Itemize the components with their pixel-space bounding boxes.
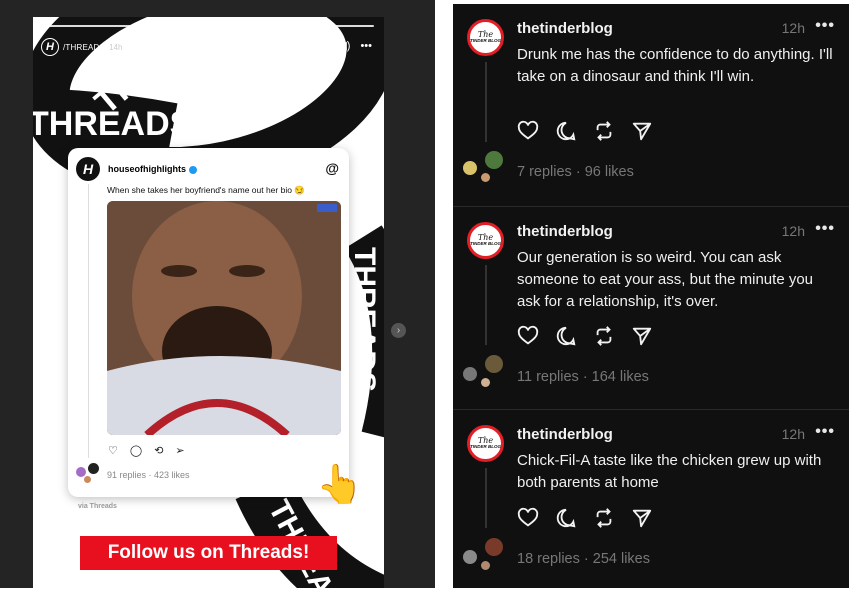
post-timestamp: 12h	[781, 20, 805, 36]
card-header: H houseofhighlights	[76, 157, 197, 181]
more-options-icon[interactable]: •••	[360, 40, 372, 52]
post-stats[interactable]: 7 replies · 96 likes	[517, 164, 634, 180]
story-controls: ▶ ◀) •••	[320, 39, 372, 53]
ring-text-right: THREADS	[348, 247, 381, 392]
story-account-name[interactable]: /THREADS	[63, 43, 105, 52]
thread-line	[485, 265, 487, 345]
post-text: Drunk me has the confidence to do anythi…	[517, 46, 833, 85]
card-repost-icon[interactable]: ⟲	[154, 444, 163, 457]
post-action-bar	[517, 325, 653, 347]
share-send-icon[interactable]	[631, 507, 653, 529]
card-avatar: H	[76, 157, 100, 181]
reply-bubble-icon[interactable]	[555, 120, 577, 142]
card-post-text: When she takes her boyfriend's name out …	[107, 185, 305, 195]
post-stats[interactable]: 11 replies · 164 likes	[517, 369, 649, 385]
reply-bubble-icon[interactable]	[555, 507, 577, 529]
player-photo-illustration	[107, 201, 341, 435]
threads-feed: The TINDER BLOG thetinderblog 12h ••• Dru…	[453, 4, 849, 588]
reply-avatars	[463, 355, 503, 387]
story-timestamp: 14h	[109, 42, 123, 52]
more-options-icon[interactable]: •••	[815, 220, 835, 238]
mute-icon[interactable]: ◀)	[338, 39, 350, 52]
houseofhighlights-avatar[interactable]: H	[41, 38, 59, 56]
card-post-photo	[107, 201, 341, 435]
embedded-threads-post[interactable]: H houseofhighlights @ When she takes her…	[68, 148, 349, 497]
card-action-bar: ♡ ◯ ⟲ ➢	[108, 444, 185, 457]
like-heart-icon[interactable]	[517, 120, 539, 142]
thread-line	[485, 62, 487, 142]
post-text: Chick-Fil-A taste like the chicken grew …	[517, 452, 822, 491]
via-threads-label: via Threads	[78, 503, 117, 510]
like-heart-icon[interactable]	[517, 507, 539, 529]
repost-icon[interactable]	[593, 120, 615, 142]
verified-badge-icon	[189, 165, 197, 174]
thetinderblog-avatar[interactable]: The TINDER BLOG	[467, 425, 504, 462]
card-reply-icon[interactable]: ◯	[130, 444, 142, 457]
post-timestamp: 12h	[781, 426, 805, 442]
post-username[interactable]: thetinderblog	[517, 223, 613, 240]
story-frame[interactable]: THREADS THREADS THREADS THREADS H /THREA…	[33, 17, 384, 588]
share-send-icon[interactable]	[631, 120, 653, 142]
more-options-icon[interactable]: •••	[815, 17, 835, 35]
story-progress-bar	[43, 25, 374, 27]
follow-us-banner[interactable]: Follow us on Threads!	[80, 536, 337, 570]
story-header: H /THREADS 14h	[41, 37, 122, 57]
post-action-bar	[517, 507, 653, 529]
reply-bubble-icon[interactable]	[555, 325, 577, 347]
reply-avatars	[463, 538, 503, 570]
ring-text-left: THREADS	[33, 105, 192, 143]
feed-post[interactable]: The TINDER BLOG thetinderblog 12h ••• Dru…	[453, 4, 849, 206]
card-username: houseofhighlights	[108, 164, 197, 174]
share-send-icon[interactable]	[631, 325, 653, 347]
thetinderblog-avatar[interactable]: The TINDER BLOG	[467, 222, 504, 259]
repost-icon[interactable]	[593, 507, 615, 529]
more-options-icon[interactable]: •••	[815, 423, 835, 441]
pointing-hand-icon: 👆	[316, 464, 364, 506]
like-heart-icon[interactable]	[517, 325, 539, 347]
repost-icon[interactable]	[593, 325, 615, 347]
feed-post[interactable]: The TINDER BLOG thetinderblog 12h ••• Our…	[453, 207, 849, 409]
thread-line	[485, 468, 487, 528]
reply-avatars	[463, 151, 503, 182]
post-action-bar	[517, 120, 653, 142]
play-icon[interactable]: ▶	[320, 39, 328, 52]
card-reply-avatars	[76, 463, 102, 485]
post-username[interactable]: thetinderblog	[517, 20, 613, 37]
card-thread-line	[88, 184, 89, 458]
card-like-icon[interactable]: ♡	[108, 444, 118, 457]
next-story-arrow-icon[interactable]: ›	[391, 323, 406, 338]
post-text: Our generation is so weird. You can ask …	[517, 249, 814, 310]
threads-logo-icon: @	[325, 160, 339, 176]
post-username[interactable]: thetinderblog	[517, 426, 613, 443]
post-stats[interactable]: 18 replies · 254 likes	[517, 551, 650, 567]
post-timestamp: 12h	[781, 223, 805, 239]
card-share-icon[interactable]: ➢	[175, 444, 184, 457]
feed-post[interactable]: The TINDER BLOG thetinderblog 12h ••• Chi…	[453, 410, 849, 612]
thetinderblog-avatar[interactable]: The TINDER BLOG	[467, 19, 504, 56]
card-stats[interactable]: 91 replies · 423 likes	[107, 470, 190, 480]
